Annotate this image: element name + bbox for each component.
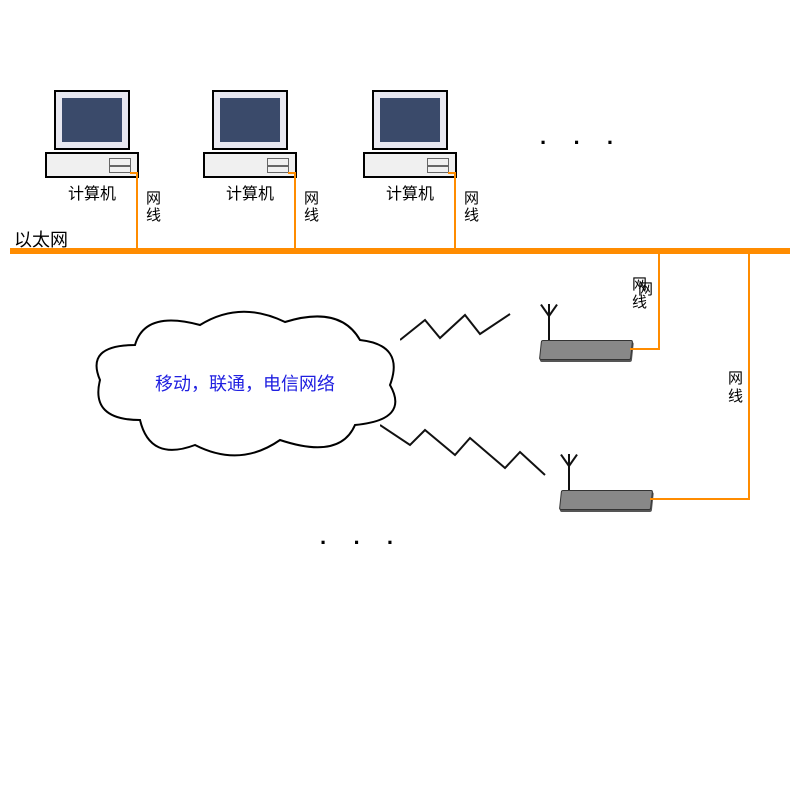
tower-icon	[363, 152, 457, 178]
computer-3: 计算机	[360, 90, 460, 204]
cable-line	[658, 254, 660, 350]
cable-label: 网线	[300, 190, 321, 224]
cable-line	[630, 348, 660, 350]
computer-1: 计算机	[42, 90, 142, 204]
tower-icon	[203, 152, 297, 178]
cable-line	[454, 172, 456, 248]
cable-line	[294, 172, 296, 248]
cable-label: 网线	[728, 370, 743, 406]
cable-label: 网线	[632, 276, 647, 312]
cable-line	[650, 498, 750, 500]
cable-label: 网线	[142, 190, 163, 224]
antenna-icon	[568, 454, 570, 490]
ellipsis-top: · · ·	[540, 130, 624, 156]
modem-icon	[539, 340, 633, 360]
ellipsis-bottom: · · ·	[320, 530, 404, 556]
wireless-link-icon	[380, 420, 550, 490]
computer-label: 计算机	[360, 180, 460, 204]
cable-label: 网线	[460, 190, 481, 224]
cloud-text: 移动，联通，电信网络	[125, 370, 365, 396]
computer-label: 计算机	[42, 180, 142, 204]
cable-line	[136, 172, 138, 248]
monitor-icon	[372, 90, 448, 150]
tower-icon	[45, 152, 139, 178]
cable-line	[288, 172, 296, 174]
computer-label: 计算机	[200, 180, 300, 204]
network-diagram: 计算机 计算机 计算机 · · · 网线 网线 网线 以太网 移动，联通，电信网…	[0, 0, 800, 800]
monitor-icon	[54, 90, 130, 150]
wireless-link-icon	[400, 310, 530, 350]
antenna-icon	[548, 304, 550, 340]
cable-line	[448, 172, 456, 174]
modem-1	[540, 340, 632, 360]
modem-2	[560, 490, 652, 510]
monitor-icon	[212, 90, 288, 150]
cable-line	[748, 254, 750, 500]
cable-line	[130, 172, 138, 174]
ethernet-bus	[10, 248, 790, 254]
computer-2: 计算机	[200, 90, 300, 204]
modem-icon	[559, 490, 653, 510]
